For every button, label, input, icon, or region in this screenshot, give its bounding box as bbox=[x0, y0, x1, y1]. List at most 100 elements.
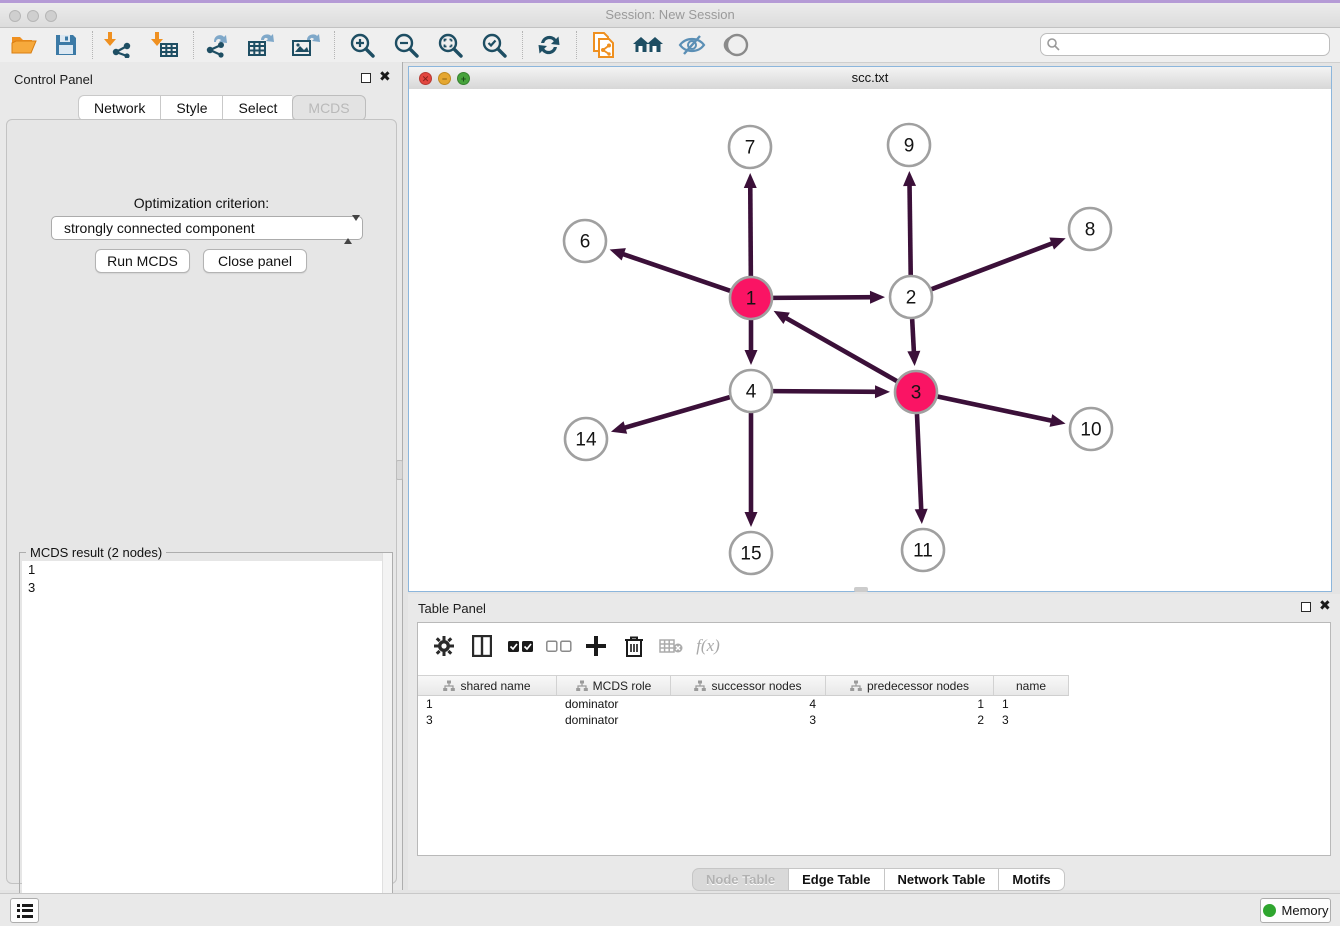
graph-edge-2-3[interactable] bbox=[912, 319, 914, 355]
graph-node-label: 14 bbox=[575, 430, 597, 451]
graph-arrowhead bbox=[903, 171, 916, 186]
memory-button[interactable]: Memory bbox=[1260, 898, 1331, 923]
delete-columns-icon[interactable] bbox=[619, 631, 649, 661]
table-cell[interactable]: dominator bbox=[557, 712, 671, 728]
graph-arrowhead bbox=[610, 248, 626, 260]
float-panel-icon[interactable] bbox=[361, 73, 371, 83]
graph-arrowhead bbox=[745, 350, 758, 365]
select-all-checkboxes-icon[interactable] bbox=[506, 631, 536, 661]
table-cell[interactable]: 4 bbox=[671, 696, 826, 712]
vertical-resize-grip[interactable] bbox=[396, 460, 403, 480]
graph-node-label: 3 bbox=[911, 383, 922, 404]
run-mcds-button[interactable]: Run MCDS bbox=[95, 249, 190, 273]
column-header-successor-nodes[interactable]: successor nodes bbox=[671, 676, 826, 695]
table-cell[interactable]: dominator bbox=[557, 696, 671, 712]
graph-node-label: 9 bbox=[904, 136, 915, 157]
graph-edge-3-1[interactable] bbox=[783, 316, 897, 381]
graph-edge-4-14[interactable] bbox=[622, 397, 730, 429]
network-window-titlebar[interactable]: ✕ − + scc.txt bbox=[409, 67, 1331, 90]
column-header-name[interactable]: name bbox=[994, 676, 1069, 695]
column-header-label: shared name bbox=[460, 679, 530, 693]
table-settings-icon[interactable] bbox=[429, 631, 459, 661]
graph-edge-3-10[interactable] bbox=[938, 397, 1055, 422]
export-table-icon[interactable] bbox=[244, 30, 280, 60]
table-cell[interactable]: 1 bbox=[418, 696, 557, 712]
graph-node-label: 15 bbox=[740, 544, 761, 565]
delete-table-icon[interactable] bbox=[656, 631, 686, 661]
graph-edge-3-11[interactable] bbox=[917, 414, 921, 513]
tab-style[interactable]: Style bbox=[160, 95, 222, 121]
export-image-icon[interactable] bbox=[288, 30, 324, 60]
optimization-criterion-label: Optimization criterion: bbox=[7, 195, 396, 211]
close-panel-icon[interactable]: ✖ bbox=[379, 68, 391, 85]
zoom-out-icon[interactable] bbox=[388, 30, 424, 60]
table-close-icon[interactable]: ✖ bbox=[1319, 597, 1331, 614]
toggle-panel-columns-icon[interactable] bbox=[467, 631, 497, 661]
zoom-selected-icon[interactable] bbox=[476, 30, 512, 60]
graph-arrowhead bbox=[1050, 414, 1066, 427]
import-network-icon[interactable] bbox=[100, 30, 136, 60]
column-header-shared-name[interactable]: shared name bbox=[418, 676, 557, 695]
tab-edge-table[interactable]: Edge Table bbox=[789, 868, 884, 891]
network-canvas[interactable]: 1234678910111415 bbox=[409, 89, 1331, 591]
task-history-button[interactable] bbox=[10, 898, 39, 923]
mcds-result-list[interactable]: 13 bbox=[22, 561, 390, 926]
window-titlebar: Session: New Session bbox=[0, 3, 1340, 28]
add-column-icon[interactable] bbox=[581, 631, 611, 661]
table-cell[interactable]: 3 bbox=[671, 712, 826, 728]
toolbar-separator bbox=[193, 31, 194, 59]
open-session-icon[interactable] bbox=[6, 30, 42, 60]
deselect-all-checkboxes-icon[interactable] bbox=[544, 631, 574, 661]
export-network-icon[interactable] bbox=[200, 30, 236, 60]
search-input[interactable] bbox=[1065, 35, 1327, 56]
refresh-icon[interactable] bbox=[531, 30, 567, 60]
graph-edge-1-2[interactable] bbox=[773, 297, 874, 298]
table-row[interactable]: 3dominator323 bbox=[418, 712, 1069, 728]
horizontal-resize-grip[interactable] bbox=[854, 587, 868, 592]
zoom-fit-icon[interactable] bbox=[432, 30, 468, 60]
table-cell[interactable]: 2 bbox=[826, 712, 994, 728]
control-panel-title: Control Panel bbox=[14, 72, 93, 87]
result-scrollbar[interactable] bbox=[382, 553, 392, 926]
graph-node-label: 11 bbox=[913, 541, 933, 562]
table-cell[interactable]: 3 bbox=[994, 712, 1069, 728]
graph-arrowhead bbox=[875, 385, 890, 398]
mcds-result-title: MCDS result (2 nodes) bbox=[26, 545, 166, 560]
tab-network-table[interactable]: Network Table bbox=[885, 868, 1000, 891]
toolbar-separator bbox=[522, 31, 523, 59]
graph-edge-1-6[interactable] bbox=[620, 253, 730, 291]
tab-network[interactable]: Network bbox=[78, 95, 160, 121]
function-builder-icon[interactable]: f(x) bbox=[693, 631, 723, 661]
control-panel: Control Panel ✖ NetworkStyleSelectMCDS O… bbox=[0, 62, 403, 890]
tab-mcds[interactable]: MCDS bbox=[292, 95, 365, 121]
table-header-row: shared name MCDS rolesuccessor nodesprede… bbox=[418, 675, 1069, 696]
table-float-icon[interactable] bbox=[1301, 602, 1311, 612]
mcds-result-line: 1 bbox=[22, 561, 390, 579]
zoom-in-icon[interactable] bbox=[344, 30, 380, 60]
tab-select[interactable]: Select bbox=[222, 95, 292, 121]
close-panel-button[interactable]: Close panel bbox=[203, 249, 307, 273]
graph-edge-4-3[interactable] bbox=[773, 391, 879, 392]
criterion-select[interactable]: strongly connected component bbox=[51, 216, 363, 240]
column-header-predecessor-nodes[interactable]: predecessor nodes bbox=[826, 676, 994, 695]
graph-node-label: 6 bbox=[580, 232, 591, 253]
duplicate-network-icon[interactable] bbox=[586, 30, 622, 60]
first-neighbors-icon[interactable] bbox=[630, 30, 666, 60]
save-session-icon[interactable] bbox=[48, 30, 84, 60]
graph-node-label: 2 bbox=[906, 288, 917, 309]
table-cell[interactable]: 3 bbox=[418, 712, 557, 728]
table-row[interactable]: 1dominator411 bbox=[418, 696, 1069, 712]
graph-node-label: 10 bbox=[1080, 420, 1101, 441]
graph-edge-2-8[interactable] bbox=[932, 242, 1056, 289]
graph-edge-2-9[interactable] bbox=[909, 182, 910, 275]
graph-edge-1-7[interactable] bbox=[750, 184, 751, 276]
import-table-icon[interactable] bbox=[147, 30, 183, 60]
main-toolbar bbox=[0, 28, 1340, 63]
hide-graphics-details-icon[interactable] bbox=[674, 30, 710, 60]
show-graphics-details-icon[interactable] bbox=[719, 30, 755, 60]
table-cell[interactable]: 1 bbox=[826, 696, 994, 712]
table-cell[interactable]: 1 bbox=[994, 696, 1069, 712]
tab-motifs[interactable]: Motifs bbox=[999, 868, 1064, 891]
tab-node-table[interactable]: Node Table bbox=[692, 868, 789, 891]
column-header-MCDS-role[interactable]: MCDS role bbox=[557, 676, 671, 695]
